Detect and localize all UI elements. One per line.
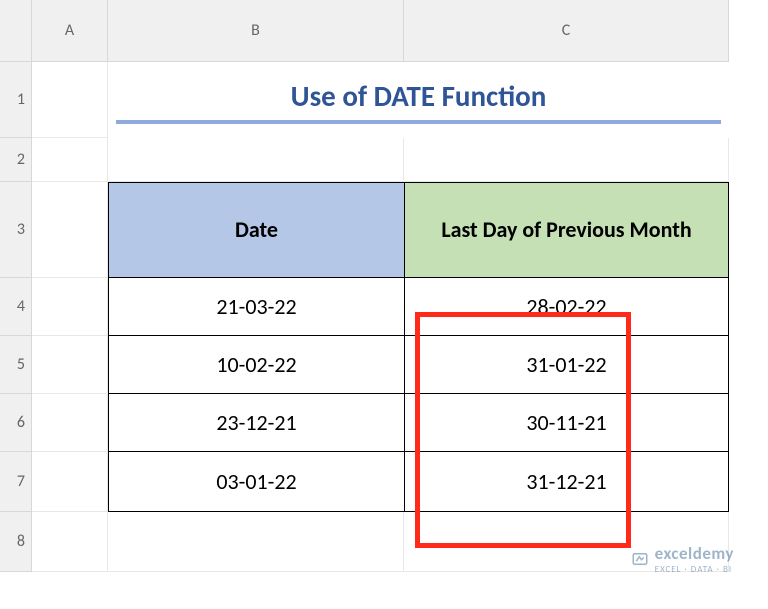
table-cell-date[interactable]: 03-01-22 [108, 452, 404, 512]
cell[interactable] [32, 336, 108, 394]
table-cell-date[interactable]: 10-02-22 [108, 336, 404, 394]
table-header-last-day[interactable]: Last Day of Previous Month [404, 182, 729, 278]
table-cell-last-day[interactable]: 28-02-22 [404, 278, 729, 336]
cell[interactable] [32, 452, 108, 512]
cell[interactable] [108, 138, 404, 182]
row-header-2[interactable]: 2 [0, 138, 32, 182]
col-header-c[interactable]: C [404, 0, 729, 62]
row-header-7[interactable]: 7 [0, 452, 32, 512]
row-header-3[interactable]: 3 [0, 182, 32, 278]
row-header-8[interactable]: 8 [0, 512, 32, 572]
row-header-4[interactable]: 4 [0, 278, 32, 336]
watermark-brand: exceldemy [655, 543, 734, 564]
cell[interactable] [32, 138, 108, 182]
cell[interactable] [32, 182, 108, 278]
table-cell-last-day[interactable]: 30-11-21 [404, 394, 729, 452]
logo-icon [631, 550, 649, 568]
select-all-corner[interactable] [0, 0, 32, 62]
spreadsheet-grid: A B C 1 2 3 4 5 6 7 8 Use of DATE Functi… [0, 0, 768, 572]
watermark-tag: EXCEL · DATA · BI [655, 564, 734, 575]
col-header-a[interactable]: A [32, 0, 108, 62]
cell[interactable] [32, 62, 108, 138]
table-cell-last-day[interactable]: 31-01-22 [404, 336, 729, 394]
table-header-date[interactable]: Date [108, 182, 404, 278]
cell[interactable] [32, 278, 108, 336]
cell[interactable] [404, 138, 729, 182]
row-header-1[interactable]: 1 [0, 62, 32, 138]
table-cell-last-day[interactable]: 31-12-21 [404, 452, 729, 512]
page-title: Use of DATE Function [116, 78, 721, 124]
row-header-5[interactable]: 5 [0, 336, 32, 394]
cell[interactable] [32, 512, 108, 572]
row-header-6[interactable]: 6 [0, 394, 32, 452]
table-cell-date[interactable]: 21-03-22 [108, 278, 404, 336]
table-cell-date[interactable]: 23-12-21 [108, 394, 404, 452]
cell[interactable] [32, 394, 108, 452]
title-cell[interactable]: Use of DATE Function [108, 62, 729, 138]
watermark: exceldemy EXCEL · DATA · BI [631, 543, 734, 575]
col-header-b[interactable]: B [108, 0, 404, 62]
cell[interactable] [108, 512, 404, 572]
